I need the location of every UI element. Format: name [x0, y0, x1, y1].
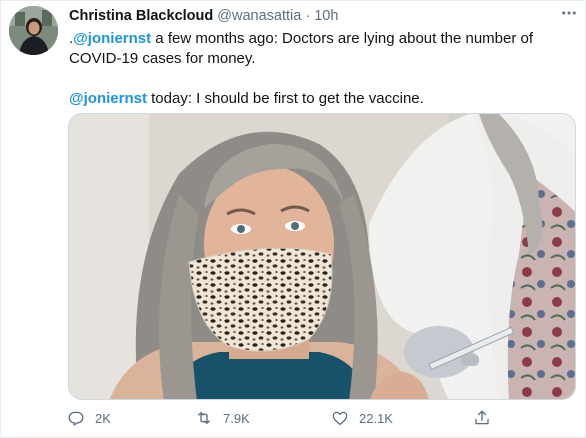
tweet-photo[interactable] [68, 113, 576, 400]
reply-icon [68, 411, 84, 426]
tweet-paragraph-1: .@joniernst a few months ago: Doctors ar… [69, 29, 574, 69]
separator-dot: · [305, 8, 311, 24]
author-handle[interactable]: @wanasattia [217, 8, 301, 24]
tweet-line-2-text: today: I should be first to get the vacc… [146, 90, 424, 107]
reply-button[interactable]: 2K [67, 406, 111, 430]
more-icon[interactable] [555, 4, 583, 24]
mention-link[interactable]: @joniernst [69, 90, 147, 107]
avatar[interactable] [9, 6, 58, 55]
reply-count: 2K [95, 410, 111, 426]
tweet-paragraph-2: @joniernst today: I should be first to g… [69, 89, 574, 109]
share-button[interactable] [473, 406, 501, 430]
like-count: 22.1K [359, 410, 393, 426]
tweet-header: Christina Blackcloud @wanasattia · 10h [69, 8, 338, 28]
retweet-button[interactable]: 7.9K [195, 406, 250, 430]
share-icon [475, 410, 489, 425]
tweet-text: .@joniernst a few months ago: Doctors ar… [69, 29, 574, 109]
retweet-icon [198, 412, 210, 424]
tweet-card[interactable]: Christina Blackcloud @wanasattia · 10h .… [0, 0, 586, 438]
tweet-timestamp[interactable]: 10h [314, 8, 338, 24]
like-button[interactable]: 22.1K [331, 406, 393, 430]
tweet-actions: 2K 7.9K 22.1K [67, 406, 517, 430]
heart-icon [332, 411, 348, 426]
mention-link[interactable]: @joniernst [73, 30, 151, 47]
author-name[interactable]: Christina Blackcloud [69, 8, 213, 24]
retweet-count: 7.9K [223, 410, 250, 426]
